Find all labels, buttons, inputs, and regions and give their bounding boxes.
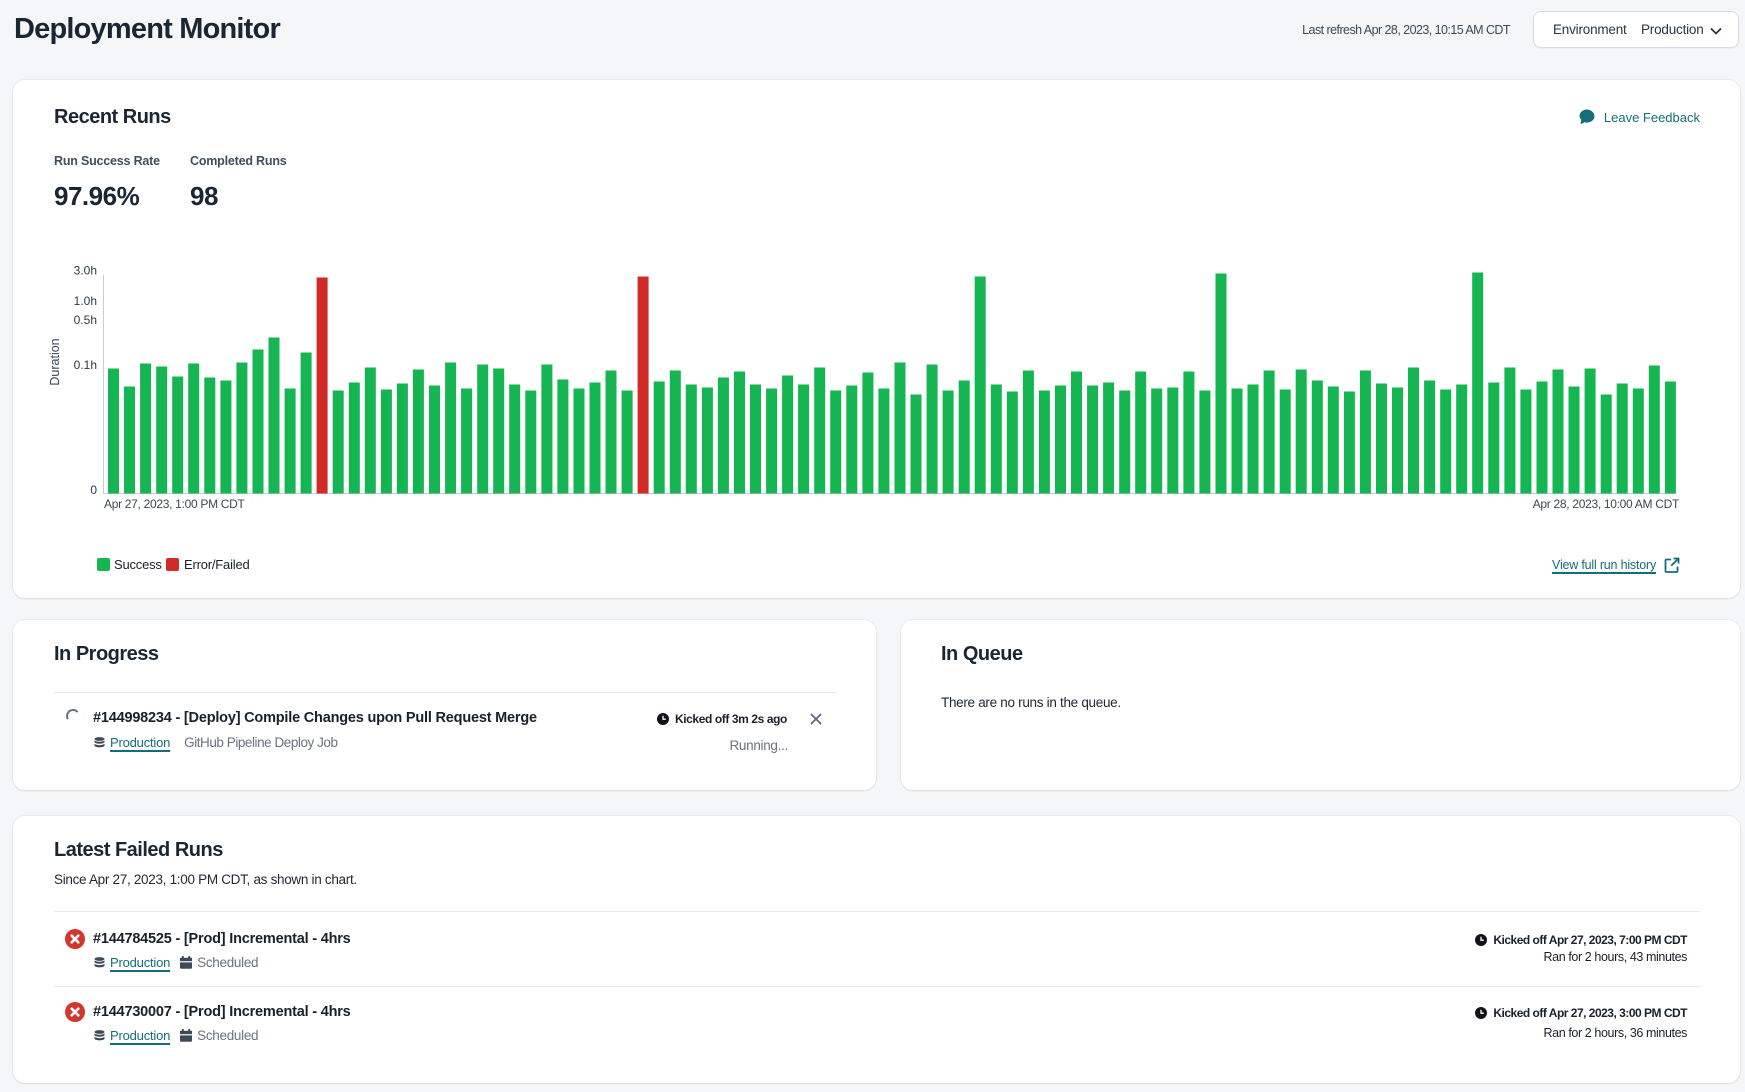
svg-text:0.5h: 0.5h — [74, 313, 97, 327]
svg-text:Apr 28, 2023, 10:00 AM CDT: Apr 28, 2023, 10:00 AM CDT — [1533, 497, 1680, 511]
svg-text:1.0h: 1.0h — [74, 294, 97, 308]
svg-text:3.0h: 3.0h — [74, 264, 97, 278]
svg-text:0.1h: 0.1h — [74, 358, 97, 372]
svg-text:Apr 27, 2023, 1:00 PM CDT: Apr 27, 2023, 1:00 PM CDT — [104, 497, 246, 511]
svg-text:Duration: Duration — [48, 338, 62, 385]
svg-text:0: 0 — [90, 483, 97, 497]
